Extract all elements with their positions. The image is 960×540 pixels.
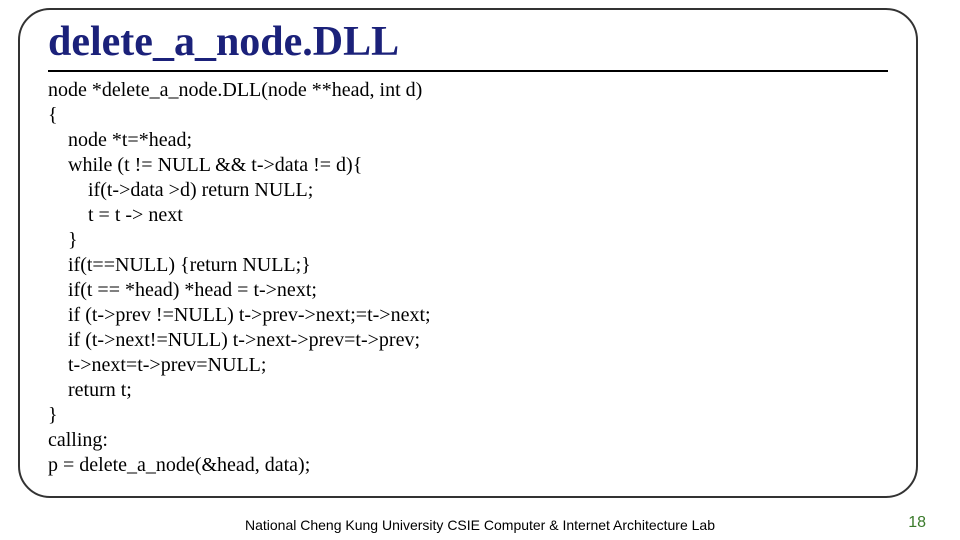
slide-frame: delete_a_node.DLL node *delete_a_node.DL… xyxy=(18,8,918,498)
footer-text: National Cheng Kung University CSIE Comp… xyxy=(220,517,740,534)
page-number: 18 xyxy=(908,514,926,532)
code-block: node *delete_a_node.DLL(node **head, int… xyxy=(48,78,888,478)
slide-title: delete_a_node.DLL xyxy=(48,18,888,66)
title-underline xyxy=(48,70,888,72)
footer: National Cheng Kung University CSIE Comp… xyxy=(0,517,960,534)
